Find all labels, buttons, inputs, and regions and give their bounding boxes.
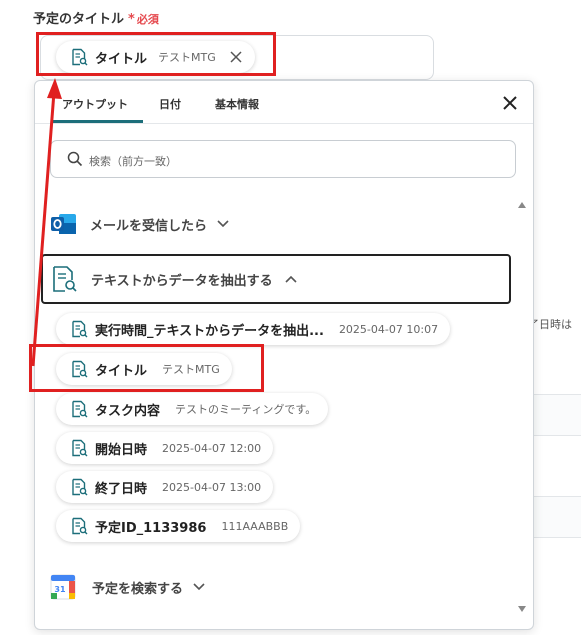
highlight-arrow <box>31 78 62 367</box>
